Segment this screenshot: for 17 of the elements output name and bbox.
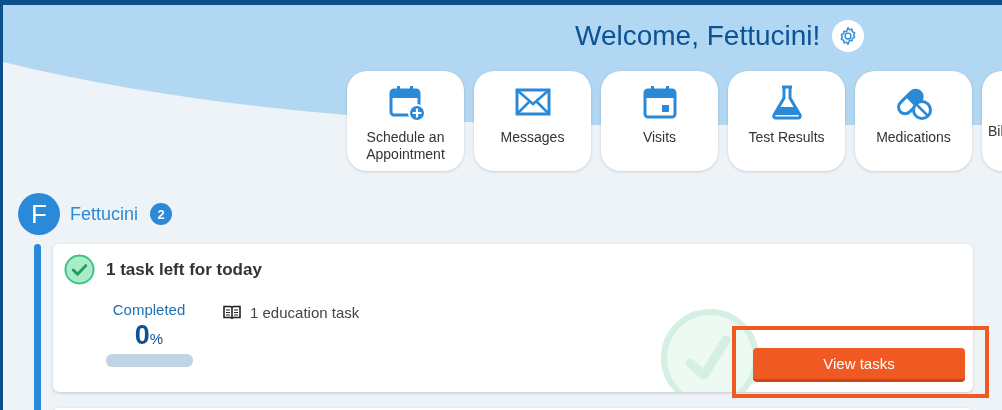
- percent-value: 0: [134, 320, 150, 350]
- shortcut-tile[interactable]: Messages: [474, 71, 591, 171]
- check-circle-icon: [64, 254, 95, 285]
- avatar-initial: F: [18, 193, 60, 235]
- shortcut-tile[interactable]: Test Results: [728, 71, 845, 171]
- completed-label: Completed: [112, 301, 186, 318]
- book-icon: [223, 305, 241, 320]
- shortcut-tile[interactable]: Schedule an Appointment: [347, 71, 464, 171]
- shortcut-tile[interactable]: Bil: [982, 71, 1002, 171]
- clock-check-icon: [660, 308, 760, 392]
- shortcut-tile[interactable]: Visits: [601, 71, 718, 171]
- task-count: 1 education task: [250, 304, 360, 321]
- shortcut-tile[interactable]: Medications: [855, 71, 972, 171]
- welcome-title: Welcome, Fettucini!: [575, 20, 821, 52]
- task-summary: 1 task left for today: [106, 259, 262, 280]
- count-badge: 2: [150, 203, 173, 225]
- percent-unit: %: [149, 330, 164, 347]
